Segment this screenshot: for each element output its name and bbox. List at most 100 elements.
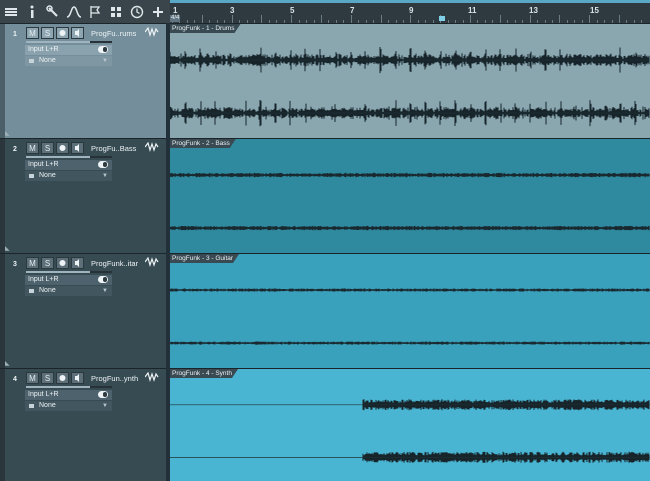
ruler-tick: [380, 15, 382, 23]
track-list-button[interactable]: [0, 0, 21, 23]
mute-button[interactable]: M: [26, 257, 39, 269]
monitor-toggle-icon[interactable]: [98, 161, 108, 168]
track-number: 4: [13, 376, 17, 383]
volume-fader[interactable]: [26, 386, 112, 388]
ruler-tick: [470, 15, 471, 23]
ruler-tick: [358, 20, 360, 23]
ruler-tick: [276, 20, 278, 23]
solo-button[interactable]: S: [41, 257, 54, 269]
expand-corner-icon[interactable]: ◣: [5, 245, 10, 252]
track-name[interactable]: ProgFun..ynth: [91, 374, 138, 383]
ruler-tick: [239, 20, 241, 23]
output-value: None: [39, 287, 56, 294]
track-lane-4[interactable]: ProgFunk - 4 - Synth: [170, 369, 650, 481]
output-value: None: [39, 57, 56, 64]
ruler-tick: [306, 20, 308, 23]
monitor-button[interactable]: [71, 27, 84, 39]
input-value: Input L+R: [28, 391, 59, 398]
record-arm-button[interactable]: [56, 27, 69, 39]
clip-title[interactable]: ProgFunk - 3 - Guitar: [170, 254, 239, 263]
ruler-tick: [537, 20, 539, 23]
output-select[interactable]: None ▼: [25, 401, 112, 411]
audio-waveform[interactable]: [170, 378, 650, 481]
monitor-toggle-icon[interactable]: [98, 46, 108, 53]
loop-range-bar[interactable]: [170, 0, 650, 3]
track-header-4[interactable]: 4 M S ProgFun..ynth Input L+R ▼ None ▼: [0, 369, 166, 481]
monitor-button[interactable]: [71, 142, 84, 154]
track-name[interactable]: ProgFu..Bass: [91, 144, 136, 153]
track-lane-1[interactable]: ProgFunk - 1 - Drums: [170, 24, 650, 139]
track-name[interactable]: ProgFunk..itar: [91, 259, 138, 268]
add-track-button[interactable]: [147, 0, 168, 23]
record-arm-button[interactable]: [56, 257, 69, 269]
record-arm-button[interactable]: [56, 142, 69, 154]
track-lane-2[interactable]: ProgFunk - 2 - Bass: [170, 139, 650, 254]
playhead-marker[interactable]: [439, 16, 445, 21]
chevron-down-icon: ▼: [102, 288, 108, 294]
solo-button[interactable]: S: [41, 142, 54, 154]
bar-number: 13: [529, 6, 538, 15]
solo-button[interactable]: S: [41, 372, 54, 384]
ruler-tick: [551, 20, 553, 23]
timeline-ruler[interactable]: 1 3 5 7 9 11 13 15 4/4: [170, 0, 650, 24]
inspector-button[interactable]: [21, 0, 42, 23]
ruler-tick: [432, 20, 434, 23]
speaker-icon: [75, 144, 79, 152]
output-select[interactable]: None ▼: [25, 56, 112, 66]
track-number: 1: [13, 31, 17, 38]
ruler-tick: [462, 20, 464, 23]
clip-title[interactable]: ProgFunk - 4 - Synth: [170, 369, 238, 378]
input-value: Input L+R: [28, 161, 59, 168]
monitor-button[interactable]: [71, 372, 84, 384]
ruler-tick: [298, 20, 300, 23]
monitor-button[interactable]: [71, 257, 84, 269]
audio-waveform[interactable]: [170, 148, 650, 252]
output-select[interactable]: None ▼: [25, 286, 112, 296]
mute-button[interactable]: M: [26, 372, 39, 384]
track-header-2[interactable]: 2 M S ProgFu..Bass Input L+R ▼ None ▼ ◣: [0, 139, 166, 254]
audio-waveform[interactable]: [170, 263, 650, 367]
expand-corner-icon[interactable]: ◣: [5, 360, 10, 367]
expand-corner-icon[interactable]: ◣: [5, 130, 10, 137]
ruler-tick: [350, 15, 352, 23]
timebase-button[interactable]: [126, 0, 147, 23]
ruler-tick: [365, 20, 367, 23]
record-arm-button[interactable]: [56, 372, 69, 384]
ruler-tick: [246, 20, 248, 23]
grid-button[interactable]: [105, 0, 126, 23]
ruler-tick: [417, 20, 419, 23]
track-color-strip: [0, 254, 5, 368]
mute-button[interactable]: M: [26, 142, 39, 154]
clip-title[interactable]: ProgFunk - 2 - Bass: [170, 139, 236, 148]
chevron-down-icon: ▼: [102, 58, 108, 64]
monitor-toggle-icon[interactable]: [98, 391, 108, 398]
ruler-tick: [566, 20, 568, 23]
curve-icon: [66, 5, 81, 18]
track-header-1[interactable]: 1 M S ProgFu..rums Input L+R ▼ None ▼ ◣: [0, 24, 166, 139]
track-name[interactable]: ProgFu..rums: [91, 29, 136, 38]
ruler-tick: [335, 20, 337, 23]
monitor-toggle-icon[interactable]: [98, 276, 108, 283]
track-header-3[interactable]: 3 M S ProgFunk..itar Input L+R ▼ None ▼ ◣: [0, 254, 166, 369]
ruler-tick: [611, 20, 613, 23]
ruler-tick: [522, 20, 524, 23]
tools-button[interactable]: [42, 0, 63, 23]
output-select[interactable]: None ▼: [25, 171, 112, 181]
volume-fader[interactable]: [26, 271, 112, 273]
automation-button[interactable]: [63, 0, 84, 23]
marker-button[interactable]: [84, 0, 105, 23]
ruler-tick: [216, 20, 218, 23]
record-icon: [59, 375, 66, 381]
clip-title[interactable]: ProgFunk - 1 - Drums: [170, 24, 241, 33]
volume-fader[interactable]: [26, 41, 112, 43]
track-lane-3[interactable]: ProgFunk - 3 - Guitar: [170, 254, 650, 369]
ruler-tick: [544, 20, 546, 23]
mute-button[interactable]: M: [26, 27, 39, 39]
audio-waveform[interactable]: [170, 33, 650, 137]
solo-button[interactable]: S: [41, 27, 54, 39]
ruler-tick: [633, 20, 635, 23]
ruler-tick: [514, 20, 516, 23]
volume-fader[interactable]: [26, 156, 112, 158]
ruler-tick: [492, 20, 494, 23]
ruler-tick: [507, 20, 509, 23]
